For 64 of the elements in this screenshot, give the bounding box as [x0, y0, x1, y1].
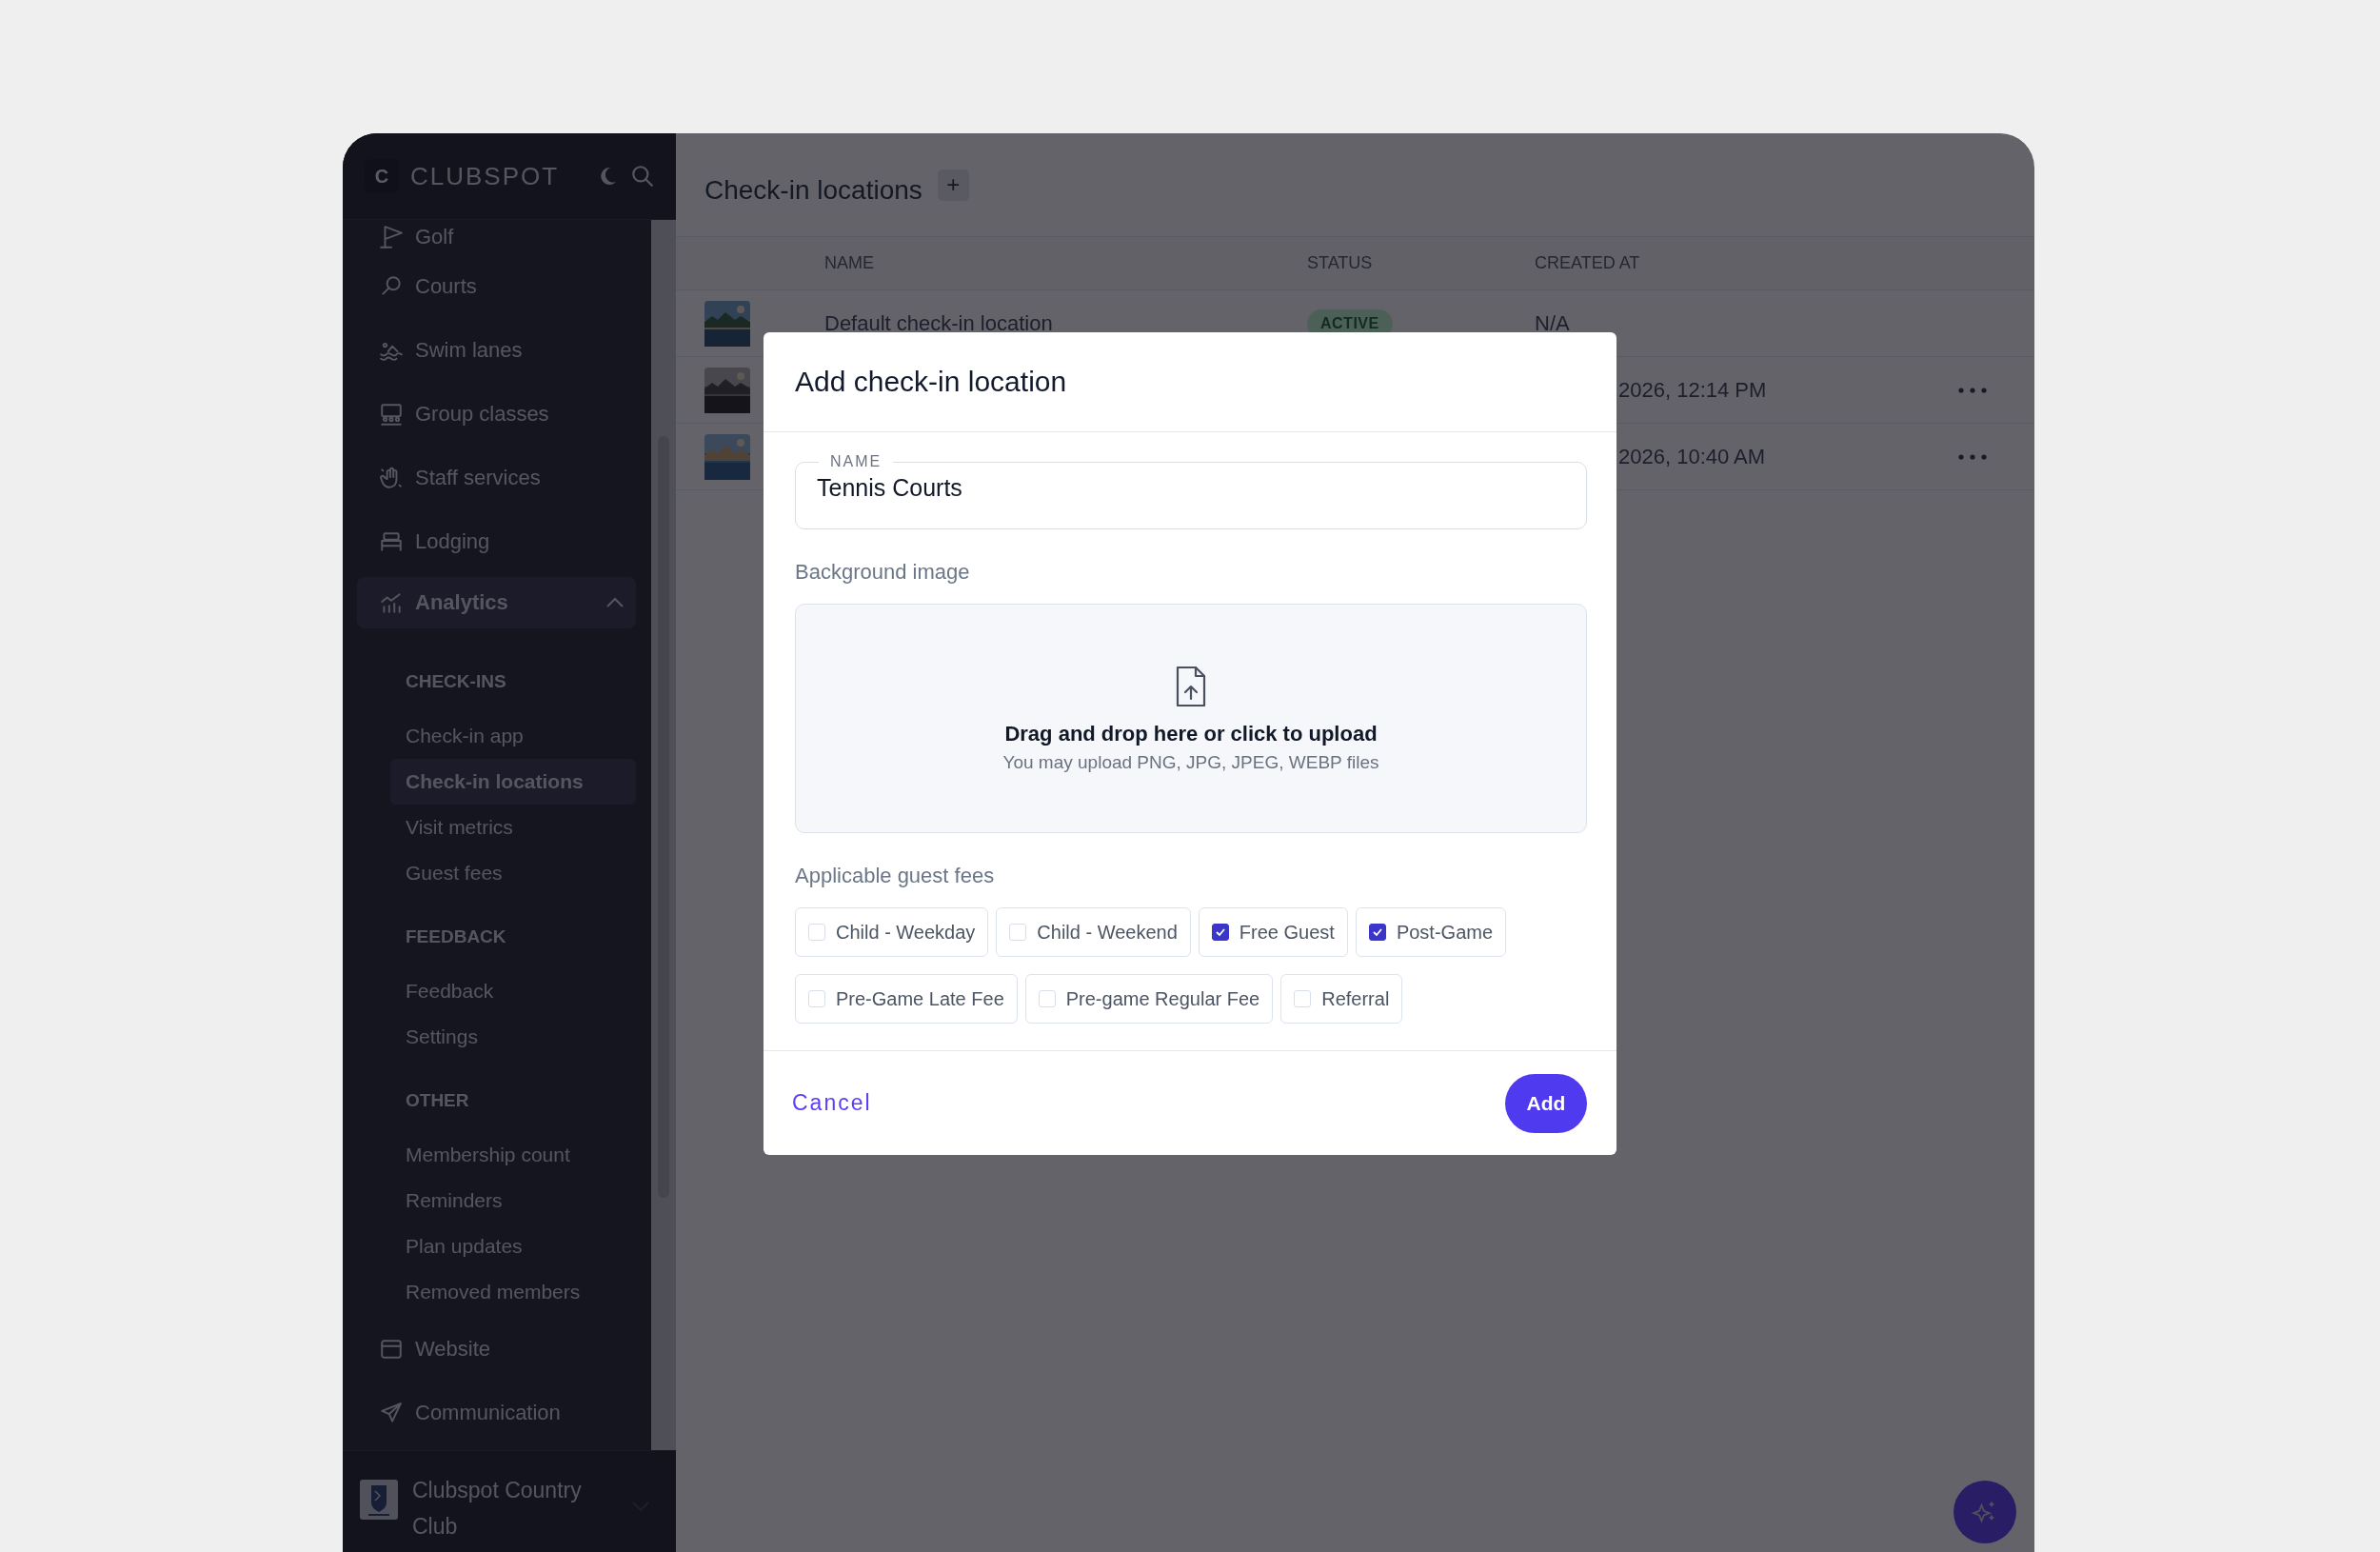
location-name: Default check-in location [824, 310, 1054, 336]
upload-hint: You may upload PNG, JPG, JPEG, WEBP files [1002, 751, 1379, 773]
created-date: 2026, 12:14 PM [1617, 377, 1768, 403]
chart-icon [379, 590, 404, 615]
fee-checkbox[interactable]: Pre-game Regular Fee [1024, 974, 1274, 1024]
sub-nav-item[interactable]: Membership count [390, 1132, 636, 1178]
sub-nav-item[interactable]: Removed members [390, 1269, 636, 1315]
column-header: CREATED AT [1535, 253, 1641, 273]
column-header: NAME [824, 253, 875, 273]
more-icon[interactable] [1958, 387, 1987, 393]
nav-item[interactable]: Staff services [343, 446, 651, 509]
hand-icon [379, 465, 404, 490]
nav-item[interactable]: Golf [343, 220, 651, 254]
paper-plane-icon [379, 1400, 404, 1425]
nav-item[interactable]: Group classes [343, 382, 651, 446]
check-icon [1371, 926, 1383, 938]
club-logo-icon [360, 1480, 398, 1520]
checkbox[interactable] [1368, 924, 1386, 941]
column-header: STATUS [1307, 253, 1374, 273]
sub-nav-item[interactable]: Visit metrics [390, 805, 636, 850]
more-icon[interactable] [1958, 453, 1987, 460]
section-heading: CHECK-INS [405, 670, 507, 693]
sub-nav-item[interactable]: Reminders [390, 1178, 636, 1224]
created-date: N/A [1535, 310, 1571, 336]
scrollbar[interactable] [651, 220, 676, 1450]
chevron-up-icon[interactable] [605, 597, 625, 608]
field-label: Background image [795, 560, 971, 585]
sub-nav-item[interactable]: Plan updates [390, 1224, 636, 1269]
cancel-button[interactable]: Cancel [792, 1086, 872, 1120]
nav-item[interactable]: Communication [343, 1381, 651, 1444]
sub-nav-item[interactable]: Feedback [390, 968, 636, 1014]
people-icon [379, 401, 404, 427]
search-icon[interactable] [630, 164, 655, 189]
sub-nav-item[interactable]: Guest fees [390, 850, 636, 896]
fee-checkbox[interactable]: Pre-Game Late Fee [795, 974, 1018, 1024]
nav-item[interactable]: Courts [343, 254, 651, 318]
golf-flag-icon [379, 225, 404, 249]
name-field[interactable]: NAME Tennis Courts [795, 453, 1587, 529]
upload-dropzone[interactable]: Drag and drop here or click to upload You may upload PNG, JPG, JPEG, WEBP files [795, 604, 1587, 833]
field-label: Applicable guest fees [795, 864, 996, 888]
fee-checkbox[interactable]: Post-Game [1355, 907, 1507, 957]
name-input[interactable]: Tennis Courts [817, 470, 1565, 502]
fee-checkbox[interactable]: Child - Weekday [795, 907, 989, 957]
brand-name: CLUBSPOT [410, 161, 561, 191]
club-name[interactable]: Clubspot Country Club [412, 1472, 617, 1544]
check-icon [1214, 926, 1226, 938]
add-button[interactable]: Add [1505, 1073, 1587, 1133]
fee-checkbox[interactable]: Child - Weekend [996, 907, 1191, 957]
sub-nav-item[interactable]: Check-in app [390, 713, 636, 759]
page-title: Check-in locations [704, 175, 922, 206]
sub-nav-item[interactable]: Settings [390, 1014, 636, 1060]
section-heading: FEEDBACK [405, 925, 507, 948]
fee-checkbox[interactable]: Referral [1280, 974, 1403, 1024]
nav-item[interactable]: Website [343, 1317, 651, 1381]
created-date: 2026, 10:40 AM [1617, 444, 1767, 469]
nav-item[interactable]: Lodging [343, 509, 651, 573]
dialog-title: Add check-in location [795, 366, 1067, 398]
fee-checkbox[interactable]: Free Guest [1198, 907, 1348, 957]
file-upload-icon [1175, 664, 1207, 708]
upload-title: Drag and drop here or click to upload [1004, 721, 1378, 746]
add-button[interactable]: + [937, 169, 969, 201]
checkbox[interactable] [1211, 924, 1229, 941]
section-heading: OTHER [405, 1089, 470, 1112]
nav-item[interactable]: Swim lanes [343, 318, 651, 382]
